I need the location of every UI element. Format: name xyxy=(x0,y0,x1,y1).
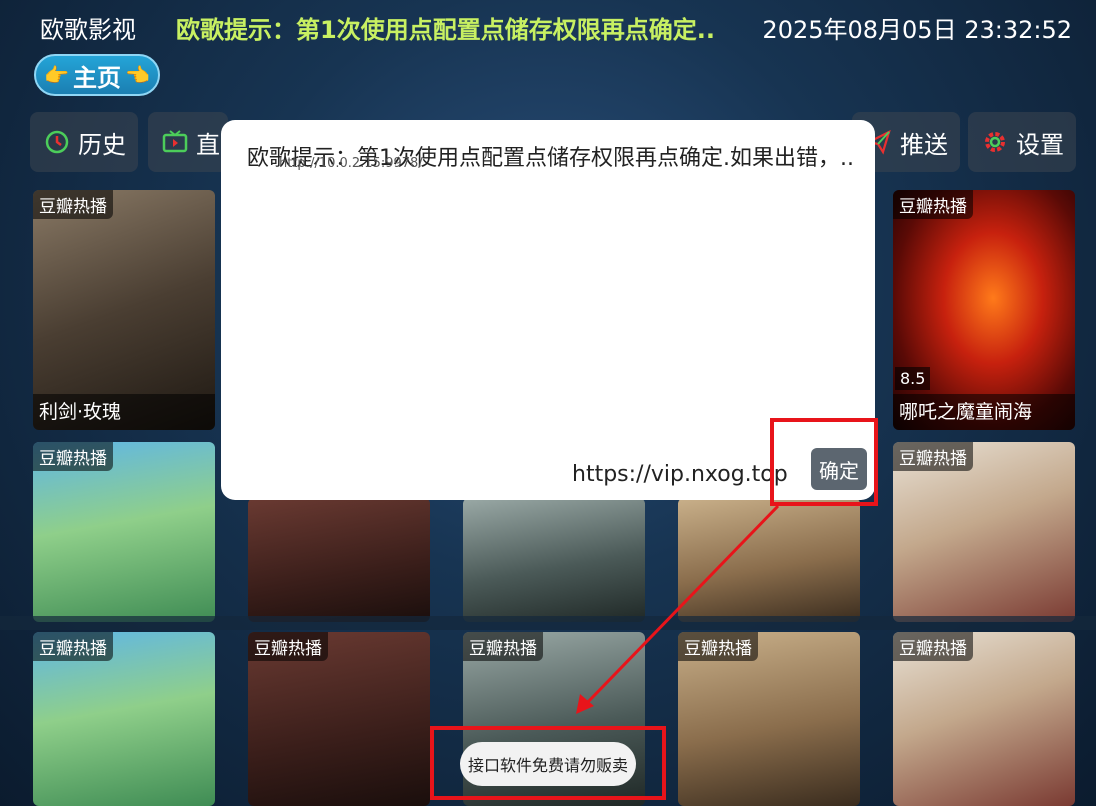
annotation-arrow xyxy=(576,504,780,714)
toast-message: 接口软件免费请勿贩卖 xyxy=(460,742,636,786)
